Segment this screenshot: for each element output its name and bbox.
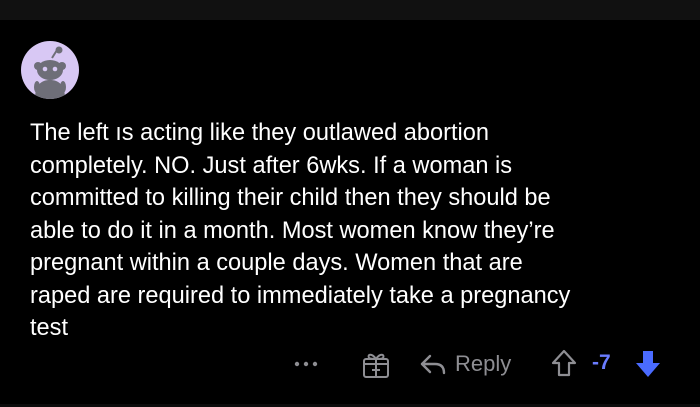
gift-award-icon: [363, 353, 389, 378]
downvote-button[interactable]: [634, 348, 662, 380]
downvote-arrow-icon: [636, 351, 660, 377]
more-horizontal-icon: [294, 361, 318, 367]
top-header-strip: [0, 0, 700, 20]
upvote-button[interactable]: [550, 348, 578, 378]
comment-action-bar: Reply -7: [0, 342, 700, 386]
avatar[interactable]: [21, 41, 79, 99]
snoo-avatar-icon: [34, 46, 66, 99]
more-options-button[interactable]: [292, 353, 322, 371]
vote-score: -7: [592, 351, 611, 374]
reply-arrow-icon: [420, 354, 446, 375]
reply-label: Reply: [455, 351, 512, 376]
give-award-button[interactable]: [360, 349, 392, 379]
reply-button[interactable]: Reply: [419, 346, 511, 382]
upvote-arrow-icon: [551, 349, 577, 377]
comment-body-text: The left ıs acting like they outlawed ab…: [30, 120, 571, 341]
